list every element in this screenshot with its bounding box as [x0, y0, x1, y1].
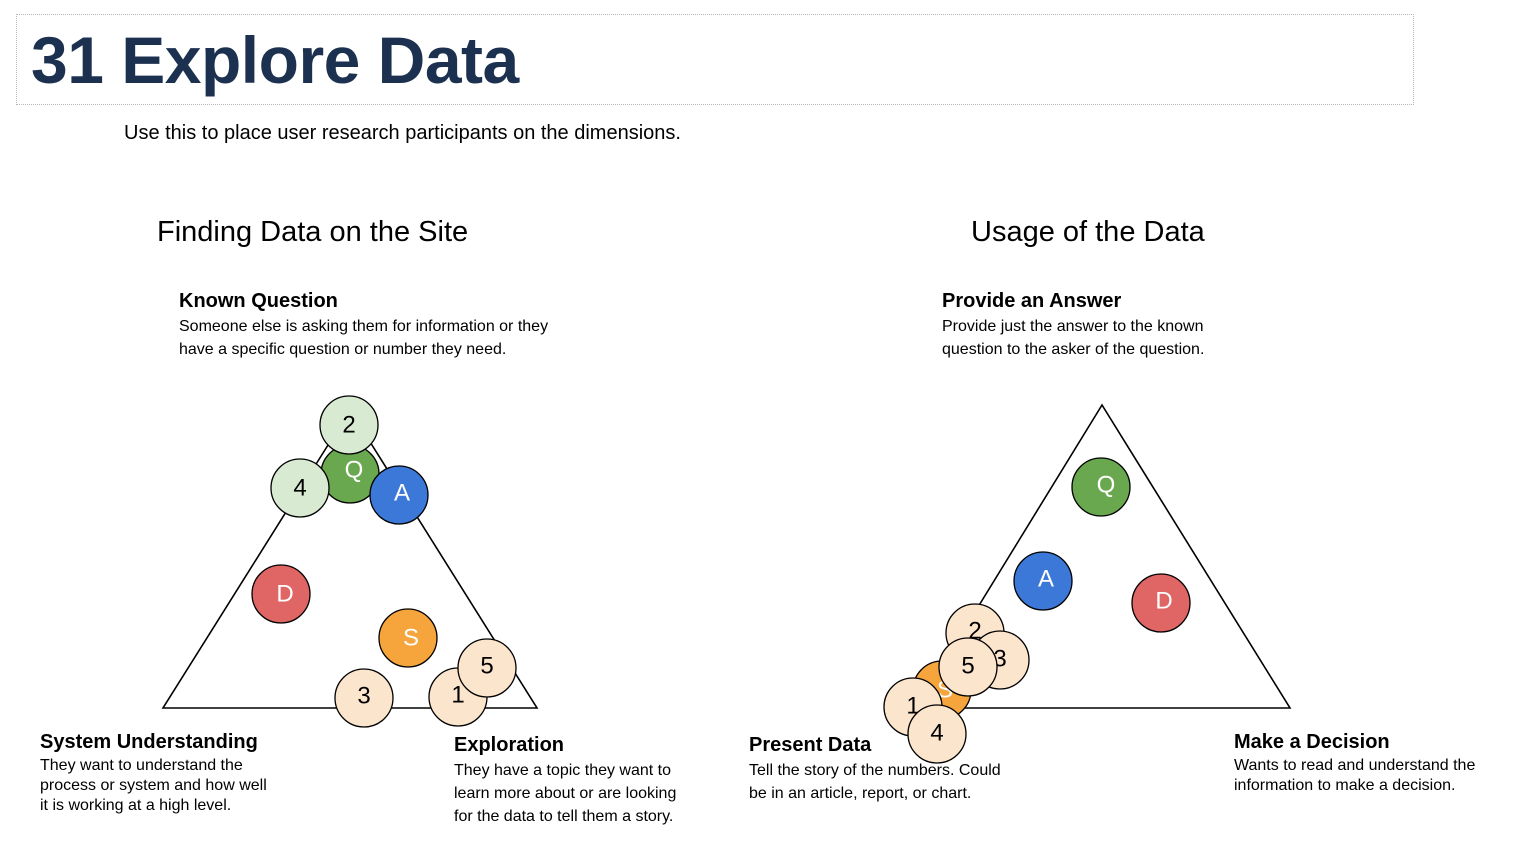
marker-label: 4	[293, 475, 306, 502]
left-marker-5[interactable]: 5	[457, 638, 517, 698]
right-marker-q[interactable]: Q	[1071, 457, 1131, 517]
left-marker-d[interactable]: D	[251, 564, 311, 624]
right-bl-desc-line: Tell the story of the numbers. Could	[749, 762, 1001, 779]
marker-label: 2	[342, 412, 355, 439]
marker-label: 3	[357, 683, 370, 710]
left-marker-2[interactable]: 2	[319, 395, 379, 455]
right-bl-desc-line: be in an article, report, or chart.	[749, 785, 972, 802]
left-marker-s[interactable]: S	[378, 608, 438, 668]
marker-label: A	[394, 480, 410, 507]
marker-label: 5	[961, 653, 974, 680]
marker-label: 1	[451, 682, 464, 709]
right-marker-5[interactable]: 5	[938, 637, 998, 697]
left-marker-3[interactable]: 3	[334, 668, 394, 728]
left-marker-a[interactable]: A	[369, 465, 429, 525]
marker-label: D	[276, 581, 293, 608]
marker-label: Q	[345, 457, 364, 484]
right-marker-d[interactable]: D	[1131, 573, 1191, 633]
marker-label: 4	[930, 720, 943, 747]
marker-label: D	[1155, 588, 1172, 615]
marker-label: S	[403, 625, 419, 652]
marker-label: Q	[1097, 472, 1116, 499]
right-marker-4[interactable]: 4	[907, 704, 967, 764]
right-marker-a[interactable]: A	[1013, 551, 1073, 611]
marker-label: 5	[480, 653, 493, 680]
triangle-diagrams: Q 2 4 A D S 3 1 5 Q A D S 2 3 5 1 4	[161, 395, 1292, 764]
right-bottom-left-label: Present Data	[749, 734, 872, 756]
left-marker-4[interactable]: 4	[270, 458, 330, 518]
marker-label: A	[1038, 566, 1054, 593]
right-bottom-left-desc: Tell the story of the numbers. Could be …	[749, 759, 1001, 805]
